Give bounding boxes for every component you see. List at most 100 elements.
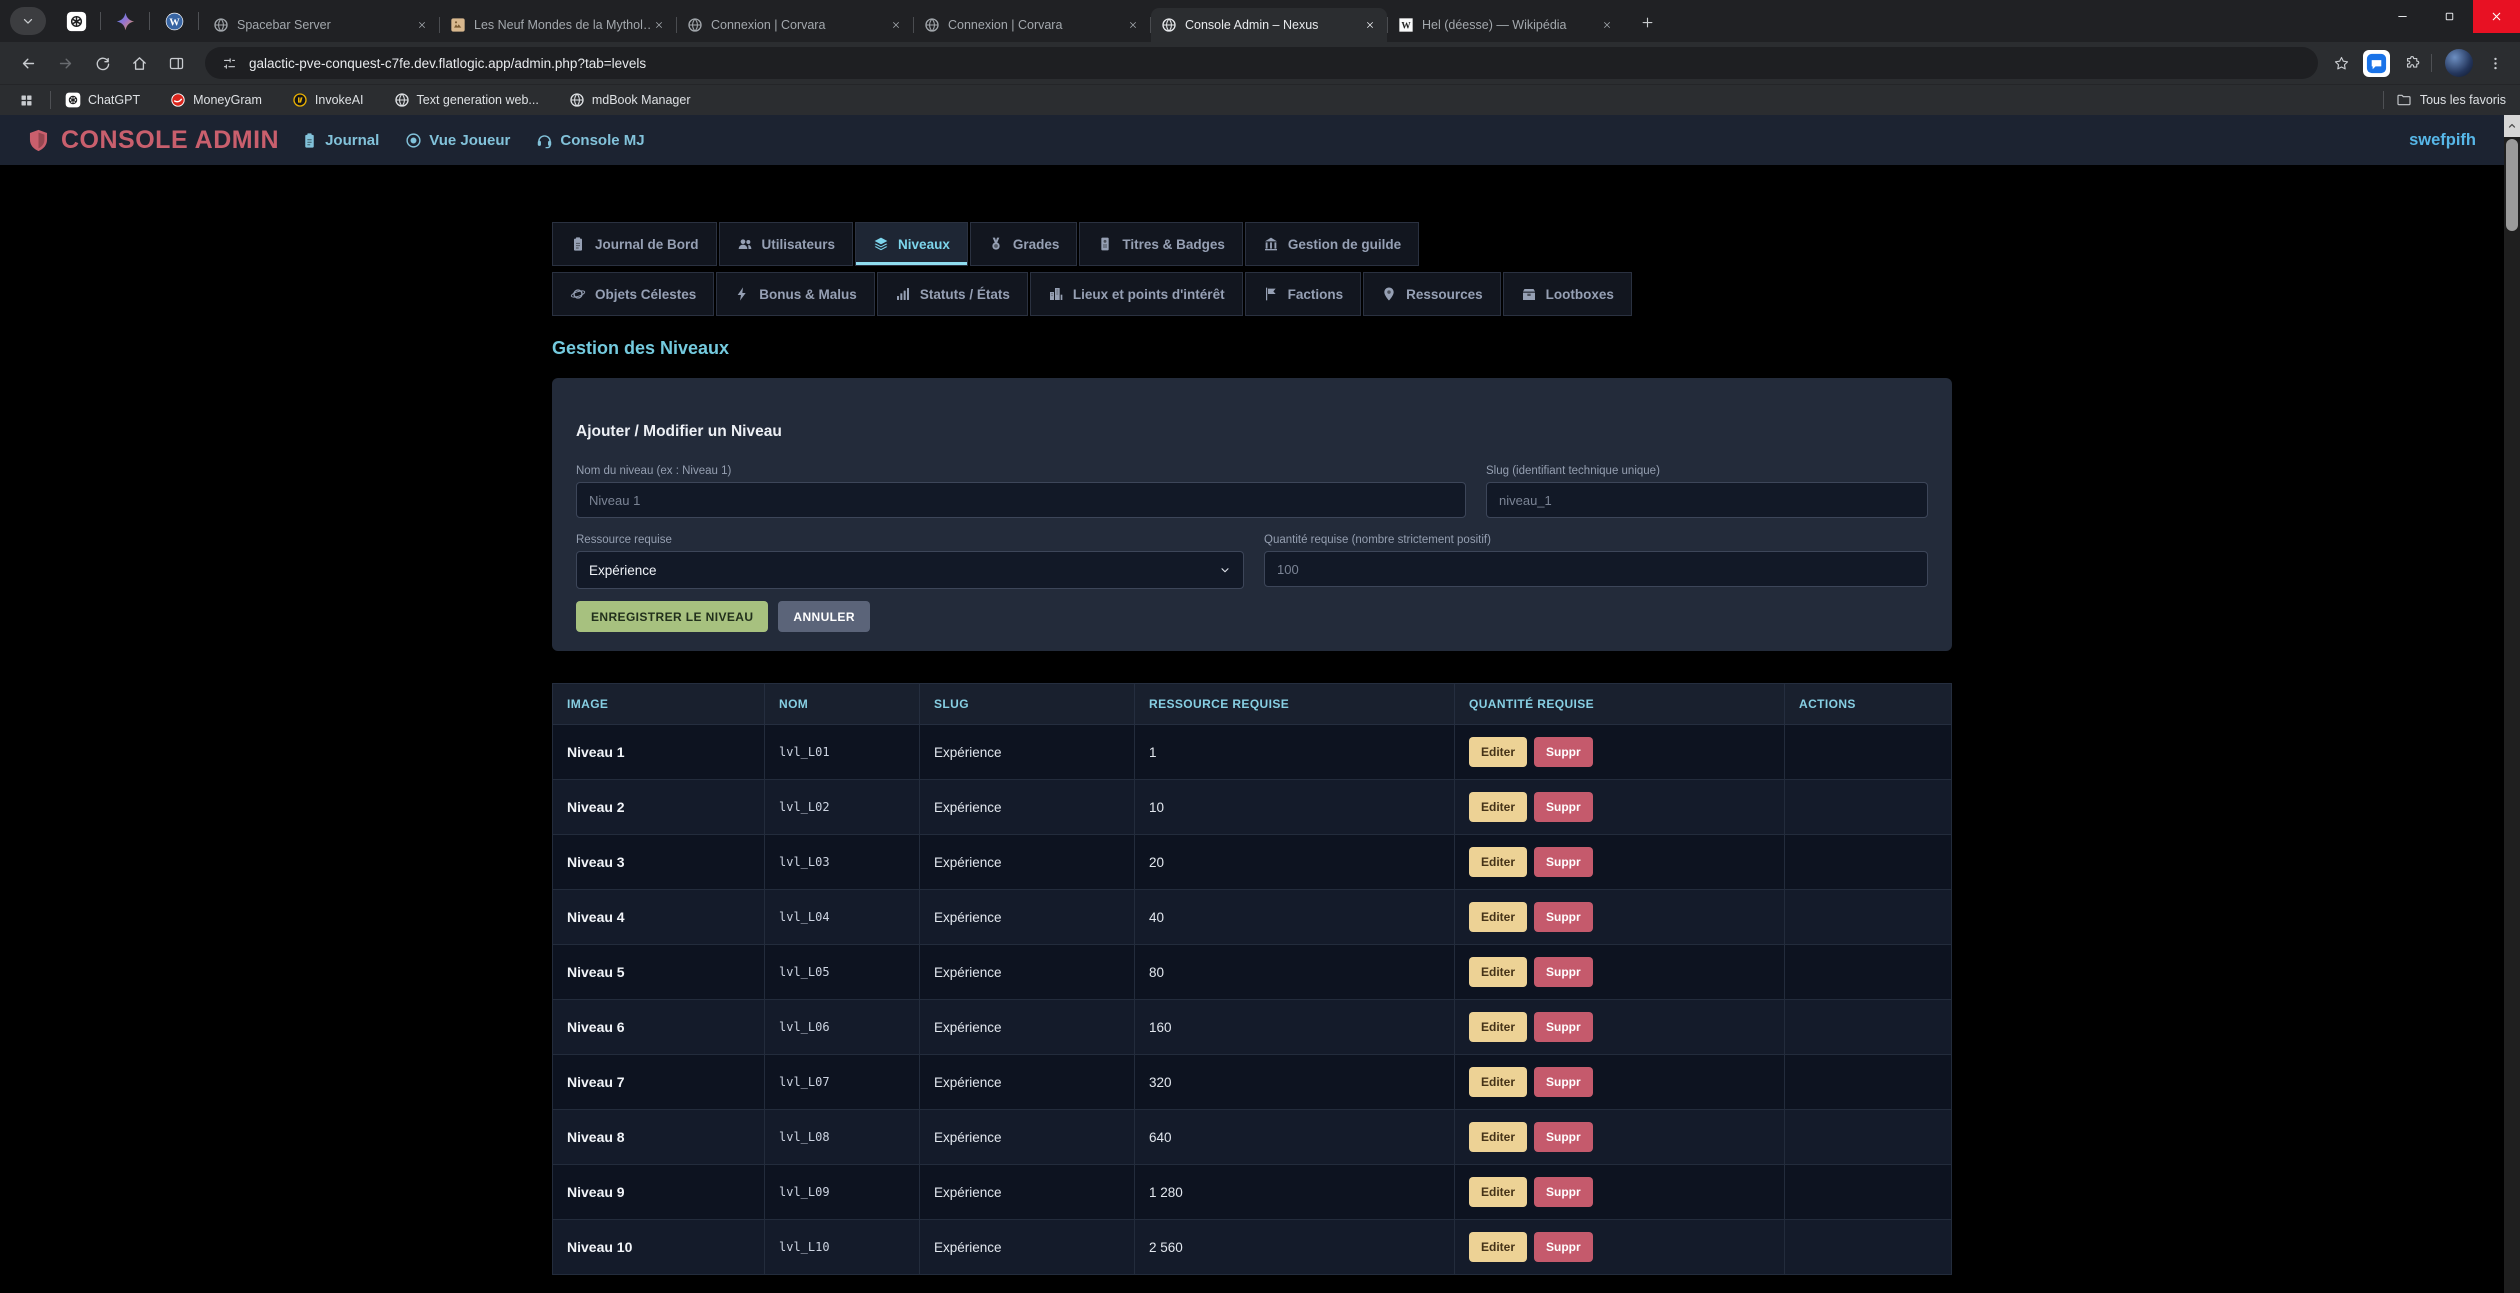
tab-close-button[interactable] bbox=[650, 16, 668, 34]
new-tab-button[interactable] bbox=[1632, 7, 1662, 37]
bookmark-moneygram[interactable]: MoneyGram bbox=[170, 92, 262, 108]
browser-tab-les-neuf-mondes-de-la-mythol[interactable]: Les Neuf Mondes de la Mythol… bbox=[440, 8, 676, 42]
edit-level-button[interactable]: Editer bbox=[1469, 1012, 1527, 1042]
browser-tab-hel-d-esse-wikip-dia[interactable]: WHel (déesse) — Wikipédia bbox=[1388, 8, 1624, 42]
level-name-cell: Niveau 6 bbox=[553, 1000, 765, 1055]
empty-cell bbox=[1785, 725, 1952, 780]
apps-grid-button[interactable] bbox=[14, 88, 38, 112]
save-level-button[interactable]: ENREGISTRER LE NIVEAU bbox=[576, 601, 768, 632]
tab-titres-badges[interactable]: Titres & Badges bbox=[1079, 222, 1243, 266]
extension-button[interactable] bbox=[2363, 50, 2390, 77]
back-button[interactable] bbox=[12, 47, 44, 79]
tab-close-button[interactable] bbox=[1598, 16, 1616, 34]
tab-close-button[interactable] bbox=[887, 16, 905, 34]
profile-avatar[interactable] bbox=[2445, 49, 2473, 77]
tab-factions[interactable]: Factions bbox=[1245, 272, 1362, 316]
bookmark-label: InvokeAI bbox=[315, 93, 364, 107]
level-slug-input[interactable] bbox=[1486, 482, 1928, 518]
nav-link-console-mj[interactable]: Console MJ bbox=[536, 132, 644, 149]
browser-menu-button[interactable] bbox=[2482, 50, 2508, 76]
site-info-button[interactable] bbox=[217, 51, 241, 75]
username[interactable]: swefpifh bbox=[2409, 131, 2476, 150]
tab-ressources[interactable]: Ressources bbox=[1363, 272, 1501, 316]
tab-lootboxes[interactable]: Lootboxes bbox=[1503, 272, 1632, 316]
nav-link-journal[interactable]: Journal bbox=[301, 132, 379, 149]
refresh-button[interactable] bbox=[86, 47, 118, 79]
pinned-tab-gemini[interactable] bbox=[110, 6, 140, 36]
scrollbar-up-button[interactable] bbox=[2504, 115, 2520, 137]
delete-level-button[interactable]: Suppr bbox=[1534, 792, 1593, 822]
all-bookmarks[interactable]: Tous les favoris bbox=[2379, 91, 2506, 109]
delete-level-button[interactable]: Suppr bbox=[1534, 1067, 1593, 1097]
nav-link-vue-joueur[interactable]: Vue Joueur bbox=[405, 132, 510, 149]
browser-tab-spacebar-server[interactable]: Spacebar Server bbox=[203, 8, 439, 42]
forward-button[interactable] bbox=[49, 47, 81, 79]
tab-objets-c-lestes[interactable]: Objets Célestes bbox=[552, 272, 714, 316]
tab-utilisateurs[interactable]: Utilisateurs bbox=[719, 222, 854, 266]
level-slug-cell: lvl_L10 bbox=[765, 1220, 920, 1275]
level-quantity-cell: 20 bbox=[1135, 835, 1455, 890]
close-button[interactable] bbox=[2473, 0, 2520, 33]
bookmark-invokeai[interactable]: InvokeAI bbox=[292, 92, 364, 108]
bookmark-mdbook-manager[interactable]: mdBook Manager bbox=[569, 92, 691, 108]
browser-tab-console-admin-nexus[interactable]: Console Admin – Nexus bbox=[1151, 8, 1387, 42]
chatgpt-favicon-icon bbox=[65, 92, 81, 108]
delete-level-button[interactable]: Suppr bbox=[1534, 1232, 1593, 1262]
tab-search-button[interactable] bbox=[10, 7, 46, 35]
home-button[interactable] bbox=[123, 47, 155, 79]
maximize-button[interactable] bbox=[2426, 0, 2473, 33]
globe-favicon-icon bbox=[687, 17, 703, 33]
tab-bonus-malus[interactable]: Bonus & Malus bbox=[716, 272, 875, 316]
tab-grades[interactable]: Grades bbox=[970, 222, 1078, 266]
browser-tab-connexion-corvara[interactable]: Connexion | Corvara bbox=[677, 8, 913, 42]
edit-level-button[interactable]: Editer bbox=[1469, 1122, 1527, 1152]
pinned-tab-chatgpt[interactable] bbox=[61, 6, 91, 36]
tab-journal-de-bord[interactable]: Journal de Bord bbox=[552, 222, 717, 266]
edit-level-button[interactable]: Editer bbox=[1469, 792, 1527, 822]
tab-close-button[interactable] bbox=[413, 16, 431, 34]
cancel-button[interactable]: ANNULER bbox=[778, 601, 869, 632]
level-resource-cell: Expérience bbox=[920, 1220, 1135, 1275]
delete-level-button[interactable]: Suppr bbox=[1534, 902, 1593, 932]
tab-label: Objets Célestes bbox=[595, 287, 696, 302]
page-scrollbar[interactable] bbox=[2504, 115, 2520, 1293]
bookmark-chatgpt[interactable]: ChatGPT bbox=[65, 92, 140, 108]
resource-select[interactable]: Expérience bbox=[576, 551, 1244, 589]
minimize-button[interactable] bbox=[2379, 0, 2426, 33]
edit-level-button[interactable]: Editer bbox=[1469, 957, 1527, 987]
delete-level-button[interactable]: Suppr bbox=[1534, 1122, 1593, 1152]
tab-close-button[interactable] bbox=[1361, 16, 1379, 34]
url-bar[interactable]: galactic-pve-conquest-c7fe.dev.flatlogic… bbox=[205, 47, 2318, 79]
level-slug-cell: lvl_L03 bbox=[765, 835, 920, 890]
edit-level-button[interactable]: Editer bbox=[1469, 847, 1527, 877]
extensions-button[interactable] bbox=[2397, 48, 2427, 78]
edit-level-button[interactable]: Editer bbox=[1469, 1232, 1527, 1262]
edit-level-button[interactable]: Editer bbox=[1469, 1177, 1527, 1207]
tab-niveaux[interactable]: Niveaux bbox=[855, 222, 968, 266]
edit-level-button[interactable]: Editer bbox=[1469, 902, 1527, 932]
split-view-button[interactable] bbox=[160, 47, 192, 79]
level-name-cell: Niveau 7 bbox=[553, 1055, 765, 1110]
delete-level-button[interactable]: Suppr bbox=[1534, 737, 1593, 767]
delete-level-button[interactable]: Suppr bbox=[1534, 957, 1593, 987]
scrollbar-thumb[interactable] bbox=[2506, 139, 2518, 231]
tab-gestion-de-guilde[interactable]: Gestion de guilde bbox=[1245, 222, 1419, 266]
delete-level-button[interactable]: Suppr bbox=[1534, 1012, 1593, 1042]
tab-lieux-et-points-d-int-r-t[interactable]: Lieux et points d'intérêt bbox=[1030, 272, 1243, 316]
tab-close-button[interactable] bbox=[1124, 16, 1142, 34]
browser-tabstrip: W Spacebar ServerLes Neuf Mondes de la M… bbox=[0, 0, 2520, 42]
browser-tab-connexion-corvara[interactable]: Connexion | Corvara bbox=[914, 8, 1150, 42]
edit-level-button[interactable]: Editer bbox=[1469, 1067, 1527, 1097]
bookmark-star-button[interactable] bbox=[2326, 48, 2356, 78]
box-icon bbox=[1521, 286, 1537, 302]
bookmark-label: Text generation web... bbox=[417, 93, 539, 107]
edit-level-button[interactable]: Editer bbox=[1469, 737, 1527, 767]
bolt-icon bbox=[734, 286, 750, 302]
tab-statuts-tats[interactable]: Statuts / États bbox=[877, 272, 1028, 316]
pinned-tab-wordpress[interactable]: W bbox=[159, 6, 189, 36]
quantity-input[interactable] bbox=[1264, 551, 1928, 587]
delete-level-button[interactable]: Suppr bbox=[1534, 1177, 1593, 1207]
delete-level-button[interactable]: Suppr bbox=[1534, 847, 1593, 877]
bookmark-text-generation-web[interactable]: Text generation web... bbox=[394, 92, 539, 108]
level-name-input[interactable] bbox=[576, 482, 1466, 518]
